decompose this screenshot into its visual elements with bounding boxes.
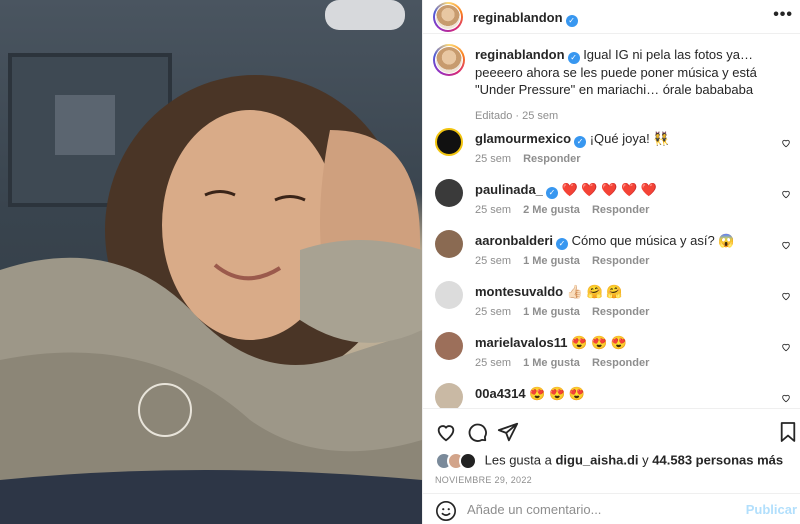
comment-like-heart-icon[interactable] [781,393,791,403]
author-username[interactable]: reginablandon [473,10,563,25]
liker-avatar[interactable] [459,452,477,470]
post-date: NOVIEMBRE 29, 2022 [435,475,532,485]
comment-likes[interactable]: 1 Me gusta [523,306,580,318]
reply-button[interactable]: Responder [592,255,649,267]
caption-username[interactable]: reginablandon [475,47,565,62]
heart-icon[interactable] [435,421,457,443]
comment-line: marielavalos11 😍 😍 😍 [475,335,775,351]
comment-like-heart-icon[interactable] [781,189,791,199]
commenter-avatar[interactable] [435,128,463,156]
caption-time: 25 sem [522,110,559,122]
add-comment-bar: Publicar [423,493,800,524]
comment-line: aaronbalderi ✓ Cómo que música y así? 😱 [475,233,775,250]
comment-like-heart-icon[interactable] [781,240,791,250]
comment-text: ¡Qué joya! 👯 [589,131,670,146]
commenter-avatar[interactable] [435,281,463,309]
comment-likes[interactable]: 1 Me gusta [523,357,580,369]
comment-text: 👍🏻 🤗 🤗 [566,284,623,299]
selfie-illustration [0,0,422,524]
caption-avatar[interactable] [433,44,465,76]
reply-button[interactable]: Responder [592,204,649,216]
commenter-username[interactable]: glamourmexico [475,131,571,146]
reply-button[interactable]: Responder [592,357,649,369]
comment-meta: 25 sem 1 Me gusta Responder [475,306,661,318]
post-actions-section: Les gusta a digu_aisha.di y 44.583 perso… [423,408,800,524]
comment-item: aaronbalderi ✓ Cómo que música y así? 😱 2… [435,230,795,270]
likes-joiner: y [642,452,649,468]
comment-time: 25 sem [475,255,512,267]
comment-line: paulinada_ ✓ ❤️ ❤️ ❤️ ❤️ ❤️ [475,182,775,199]
likes-summary: Les gusta a digu_aisha.di y 44.583 perso… [435,452,783,470]
publish-button[interactable]: Publicar [746,502,797,517]
comment-line: montesuvaldo 👍🏻 🤗 🤗 [475,284,775,300]
post-details-panel: reginablandon ✓ ••• reginablandon ✓ Igual … [422,0,800,524]
commenter-username[interactable]: marielavalos11 [475,335,568,350]
comment-line: glamourmexico ✓ ¡Qué joya! 👯 [475,131,775,148]
commenter-avatar[interactable] [435,230,463,258]
post-header: reginablandon ✓ ••• [423,0,800,34]
verified-badge-icon: ✓ [567,52,580,64]
commenter-username[interactable]: paulinada_ [475,182,543,197]
comment-like-heart-icon[interactable] [781,291,791,301]
comment-time: 25 sem [475,204,512,216]
comment-meta: 25 sem 1 Me gusta Responder [475,357,661,369]
comment-item: montesuvaldo 👍🏻 🤗 🤗 25 sem 1 Me gusta Resp… [435,281,795,321]
comment-meta: 25 sem 1 Me gusta Responder [475,255,661,267]
comment-likes[interactable]: 2 Me gusta [523,204,580,216]
verified-badge-icon: ✓ [545,187,558,199]
likes-count-link[interactable]: 44.583 personas más [652,452,783,467]
verified-badge-icon: ✓ [565,15,578,27]
commenter-username[interactable]: aaronbalderi [475,233,553,248]
bookmark-icon[interactable] [779,421,797,443]
comment-like-heart-icon[interactable] [781,138,791,148]
caption-meta: Editado · 25 sem [475,110,559,122]
commenter-avatar[interactable] [435,332,463,360]
reply-button[interactable]: Responder [523,153,580,165]
author-avatar[interactable] [433,2,463,32]
comment-time: 25 sem [475,153,512,165]
comment-meta: 25 sem Responder [475,153,593,165]
verified-badge-icon: ✓ [574,136,587,148]
comment-likes[interactable]: 1 Me gusta [523,255,580,267]
comment-text: 😍 😍 😍 [571,335,627,350]
liker-username[interactable]: digu_aisha.di [555,452,638,467]
commenter-avatar[interactable] [435,383,463,408]
comment-item: marielavalos11 😍 😍 😍 25 sem 1 Me gusta Res… [435,332,795,372]
comment-meta: 25 sem 2 Me gusta Responder [475,204,661,216]
comment-text: Cómo que música y así? 😱 [571,233,735,248]
comment-text: ❤️ ❤️ ❤️ ❤️ ❤️ [561,182,657,197]
author-info: reginablandon ✓ [473,10,578,27]
edited-label: Editado [475,110,513,122]
comment-item: glamourmexico ✓ ¡Qué joya! 👯 25 sem Respon… [435,128,795,168]
comment-item: 00a4314 😍 😍 😍 [435,383,795,408]
comment-icon[interactable] [466,421,488,443]
comment-time: 25 sem [475,306,512,318]
commenter-username[interactable]: 00a4314 [475,386,526,401]
comment-time: 25 sem [475,357,512,369]
commenter-avatar[interactable] [435,179,463,207]
comment-like-heart-icon[interactable] [781,342,791,352]
emoji-icon[interactable] [435,500,457,522]
comment-text: 😍 😍 😍 [529,386,586,401]
reply-button[interactable]: Responder [592,306,649,318]
verified-badge-icon: ✓ [556,238,569,250]
share-icon[interactable] [497,421,519,443]
caption-text-block: reginablandon ✓ Igual IG ni pela las foto… [475,46,795,98]
more-options-icon[interactable]: ••• [773,6,793,24]
comment-line: 00a4314 😍 😍 😍 [475,386,775,402]
post-photo[interactable] [0,0,422,524]
likes-prefix: Les gusta a [484,452,552,468]
comment-item: paulinada_ ✓ ❤️ ❤️ ❤️ ❤️ ❤️ 25 sem 2 Me gu… [435,179,795,219]
commenter-username[interactable]: montesuvaldo [475,284,563,299]
comment-input[interactable] [467,502,737,517]
comments-scroll-area[interactable]: reginablandon ✓ Igual IG ni pela las foto… [423,34,800,408]
